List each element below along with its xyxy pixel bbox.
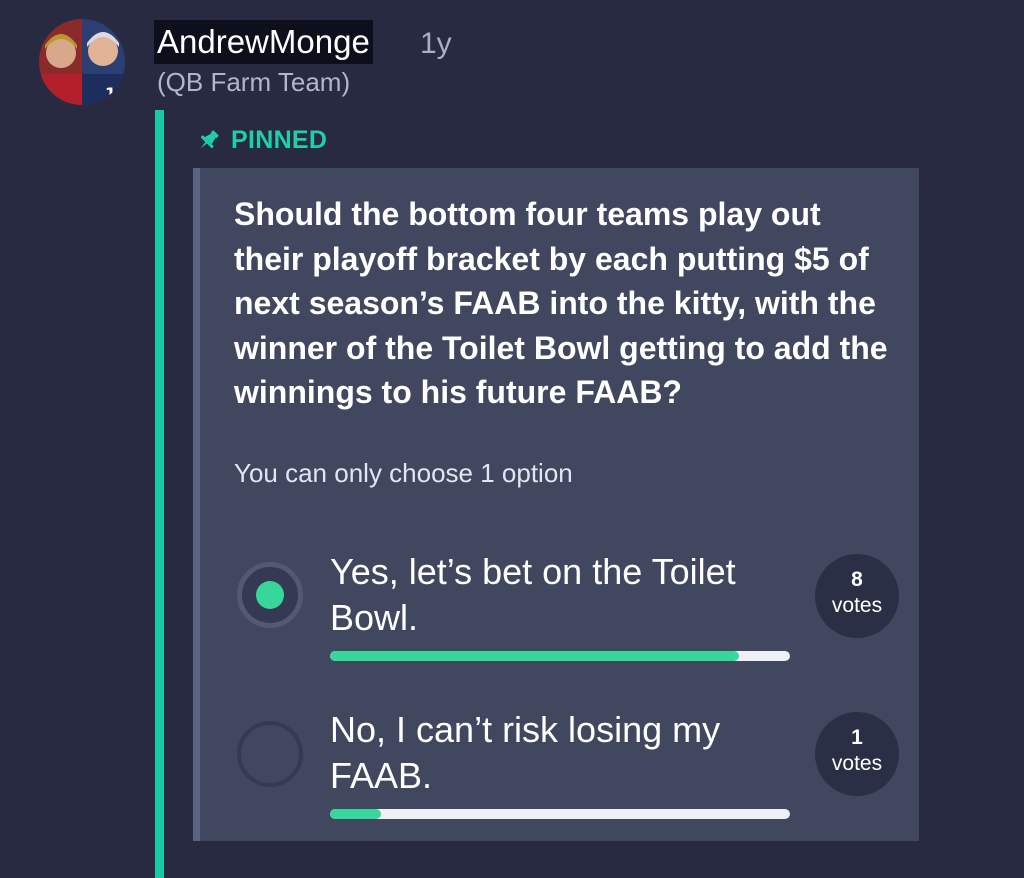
avatar-image: 1 <box>39 19 125 105</box>
radio-button-selected[interactable] <box>237 562 303 628</box>
vote-progress-bar <box>330 651 790 661</box>
poll-option-label: Yes, let’s bet on the Toilet Bowl. <box>330 551 736 638</box>
poll-instructions: You can only choose 1 option <box>234 458 573 488</box>
poll-option-no[interactable]: No, I can’t risk losing my FAAB. 1 votes <box>200 709 920 840</box>
vote-count-badge: 1 votes <box>815 712 899 796</box>
thread-line <box>155 110 164 878</box>
poll-card: Should the bottom four teams play out th… <box>193 168 919 841</box>
poll-question: Should the bottom four teams play out th… <box>234 196 888 410</box>
pushpin-icon <box>200 130 219 149</box>
comment-thread: 1 AndrewMonge 1y (QB Farm Team) PINNED S… <box>0 0 1024 878</box>
poll-option-label: No, I can’t risk losing my FAAB. <box>330 709 721 796</box>
vote-progress-bar <box>330 809 790 819</box>
vote-count: 8 <box>851 568 863 591</box>
radio-selected-dot <box>256 581 284 609</box>
vote-progress-fill <box>330 651 740 661</box>
vote-count: 1 <box>851 726 863 749</box>
svg-text:1: 1 <box>105 84 116 103</box>
vote-unit: votes <box>831 594 883 617</box>
poll-option-yes[interactable]: Yes, let’s bet on the Toilet Bowl. 8 vot… <box>200 551 920 682</box>
radio-button-unselected[interactable] <box>237 721 303 787</box>
author-name[interactable]: AndrewMonge <box>154 20 373 64</box>
vote-progress-fill <box>330 809 381 819</box>
author-team: (QB Farm Team) <box>157 67 351 97</box>
vote-unit: votes <box>831 752 883 775</box>
post-timestamp: 1y <box>420 27 452 60</box>
pinned-label: PINNED <box>231 125 328 154</box>
vote-count-badge: 8 votes <box>815 554 899 638</box>
pinned-indicator: PINNED <box>196 124 327 156</box>
avatar[interactable]: 1 <box>39 19 125 105</box>
